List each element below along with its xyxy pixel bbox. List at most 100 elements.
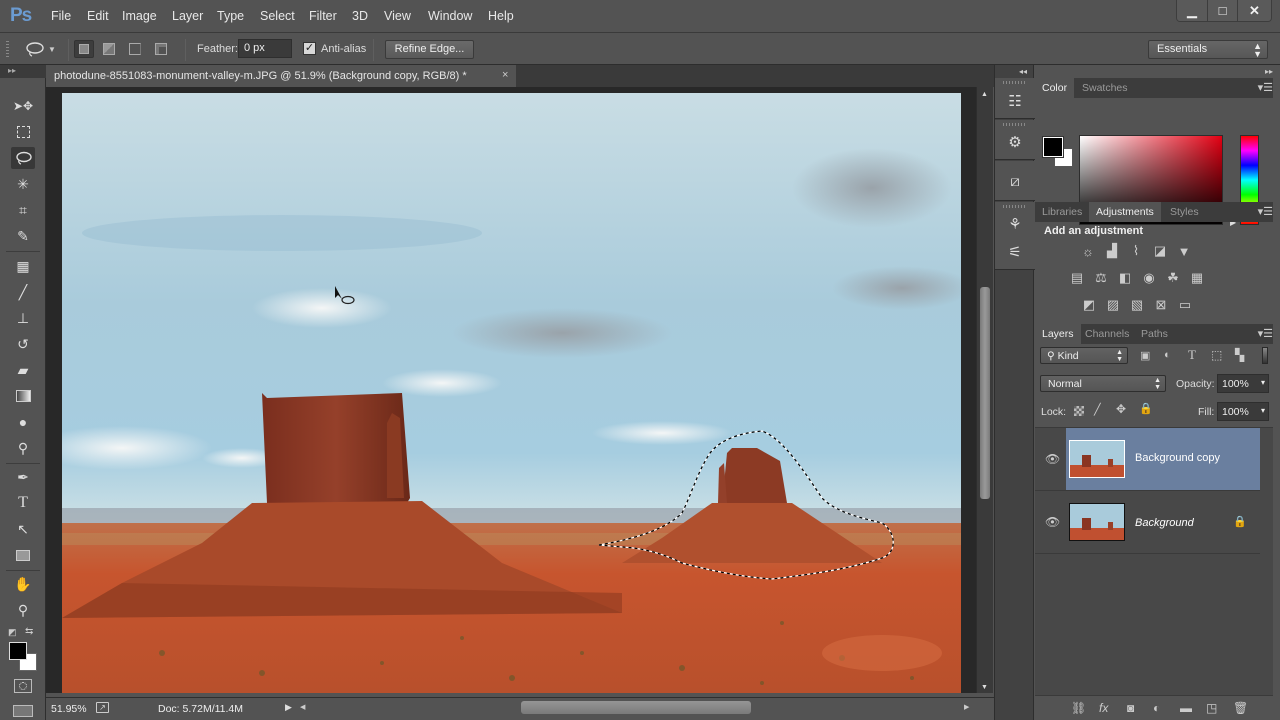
type-tool[interactable]: T: [11, 492, 35, 514]
visibility-eye-icon[interactable]: 👁: [1045, 515, 1060, 529]
new-group-icon[interactable]: ▬: [1180, 701, 1192, 715]
color-lookup-icon[interactable]: ▦: [1188, 270, 1206, 286]
scroll-up-icon[interactable]: ▲: [981, 91, 988, 98]
brush-panel-button[interactable]: ⚟: [997, 234, 1033, 270]
gradient-map-icon[interactable]: ▭: [1176, 297, 1194, 313]
menu-file[interactable]: File: [51, 9, 71, 23]
fx-icon[interactable]: fx: [1099, 701, 1108, 715]
lock-position-icon[interactable]: ✥: [1116, 402, 1126, 416]
menu-window[interactable]: Window: [428, 9, 472, 23]
tab-layers[interactable]: Layers: [1035, 324, 1081, 344]
menu-edit[interactable]: Edit: [87, 9, 109, 23]
options-grip[interactable]: [6, 41, 9, 57]
3d-panel-button[interactable]: ⧄: [997, 163, 1033, 199]
crop-tool[interactable]: ⌗: [11, 199, 35, 221]
minimize-button[interactable]: ▁: [1177, 0, 1207, 21]
maximize-button[interactable]: □: [1207, 0, 1237, 21]
exposure-icon[interactable]: ◪: [1151, 243, 1169, 259]
filter-pixel-icon[interactable]: ▣: [1140, 349, 1150, 362]
lock-transparent-pixels-icon[interactable]: [1074, 406, 1084, 416]
add-to-selection-button[interactable]: [100, 40, 120, 58]
history-panel-button[interactable]: ☷: [997, 83, 1033, 119]
hue-saturation-icon[interactable]: ▤: [1068, 270, 1086, 286]
screen-mode-button[interactable]: [13, 705, 33, 717]
clone-stamp-tool[interactable]: ⊥: [11, 307, 35, 329]
hand-tool[interactable]: ✋: [11, 573, 35, 595]
tab-adjustments[interactable]: Adjustments: [1089, 202, 1161, 222]
blend-mode-select[interactable]: Normal ▲ ▼: [1040, 375, 1166, 392]
move-tool[interactable]: ➤✥: [11, 95, 35, 117]
menu-view[interactable]: View: [384, 9, 411, 23]
chevron-down-icon[interactable]: ▾: [1261, 406, 1265, 415]
fill-input[interactable]: 100% ▾: [1217, 402, 1269, 421]
scroll-down-icon[interactable]: ▼: [981, 684, 988, 691]
filter-shape-icon[interactable]: ⬚: [1211, 348, 1222, 362]
spot-healing-tool[interactable]: ▦: [11, 255, 35, 277]
antialias-checkbox[interactable]: ✓: [303, 42, 316, 55]
intersect-selection-button[interactable]: [152, 40, 172, 58]
threshold-icon[interactable]: ▧: [1128, 297, 1146, 313]
feather-input[interactable]: 0 px: [238, 39, 292, 58]
menu-filter[interactable]: Filter: [309, 9, 337, 23]
blur-tool[interactable]: ●: [11, 411, 35, 433]
lasso-tool[interactable]: [11, 147, 35, 169]
zoom-level[interactable]: 51.95%: [51, 703, 87, 715]
scroll-right-icon[interactable]: ▶: [964, 703, 969, 711]
foreground-color-swatch[interactable]: [1042, 136, 1064, 158]
lock-image-pixels-icon[interactable]: ╱: [1094, 403, 1101, 416]
marquee-tool[interactable]: [11, 121, 35, 143]
black-white-icon[interactable]: ◧: [1116, 270, 1134, 286]
default-colors-icon[interactable]: ◩: [8, 627, 17, 638]
gradient-tool[interactable]: [11, 385, 35, 407]
vertical-scrollbar[interactable]: ▲ ▼: [976, 87, 993, 693]
add-mask-icon[interactable]: ◙: [1127, 701, 1134, 715]
foreground-color-swatch[interactable]: [9, 642, 27, 660]
workspace-select[interactable]: Essentials ▲ ▼: [1148, 40, 1268, 59]
tool-preset-picker[interactable]: ▼: [24, 39, 60, 59]
layer-filter-select[interactable]: ⚲ Kind ▲ ▼: [1040, 347, 1128, 364]
pen-tool[interactable]: ✒: [11, 466, 35, 488]
subtract-from-selection-button[interactable]: [126, 40, 146, 58]
new-layer-icon[interactable]: ◳: [1206, 701, 1217, 715]
curves-icon[interactable]: ⌇: [1127, 243, 1145, 259]
filter-smart-object-icon[interactable]: ▚: [1235, 348, 1244, 362]
delete-layer-icon[interactable]: 🗑: [1233, 701, 1248, 715]
document-canvas[interactable]: [62, 93, 961, 693]
scroll-left-icon[interactable]: ◀: [300, 703, 305, 711]
tab-libraries[interactable]: Libraries: [1035, 202, 1089, 222]
zoom-tool[interactable]: ⚲: [11, 599, 35, 621]
selective-color-icon[interactable]: ⊠: [1152, 297, 1170, 313]
document-tab[interactable]: photodune-8551083-monument-valley-m.JPG …: [46, 65, 516, 87]
brightness-contrast-icon[interactable]: ☼: [1079, 243, 1097, 259]
visibility-eye-icon[interactable]: 👁: [1045, 452, 1060, 466]
dodge-tool[interactable]: ⚲: [11, 437, 35, 459]
brush-tool[interactable]: ╱: [11, 281, 35, 303]
refine-edge-button[interactable]: Refine Edge...: [385, 40, 474, 59]
panel-menu-icon[interactable]: ▾☰: [1258, 327, 1273, 340]
eraser-tool[interactable]: ▰: [11, 359, 35, 381]
posterize-icon[interactable]: ▨: [1104, 297, 1122, 313]
tab-swatches[interactable]: Swatches: [1075, 78, 1135, 98]
eyedropper-tool[interactable]: ✎: [11, 225, 35, 247]
menu-select[interactable]: Select: [260, 9, 295, 23]
tab-paths[interactable]: Paths: [1134, 324, 1175, 344]
tools-panel-header[interactable]: ▸▸: [0, 65, 46, 78]
quick-mask-button[interactable]: [14, 679, 32, 693]
channel-mixer-icon[interactable]: ☘: [1164, 270, 1182, 286]
tab-color[interactable]: Color: [1035, 78, 1075, 98]
status-menu-arrow-icon[interactable]: ▶: [285, 702, 292, 713]
filter-adjustment-icon[interactable]: ◐: [1164, 349, 1171, 361]
menu-type[interactable]: Type: [217, 9, 244, 23]
horizontal-scroll-thumb[interactable]: [521, 701, 751, 714]
chevron-down-icon[interactable]: ▾: [1261, 378, 1265, 387]
vertical-scroll-thumb[interactable]: [980, 287, 990, 499]
panel-menu-icon[interactable]: ▾☰: [1258, 81, 1273, 94]
share-icon[interactable]: ↗: [96, 702, 109, 713]
filter-type-icon[interactable]: T: [1188, 347, 1196, 363]
color-balance-icon[interactable]: ⚖: [1092, 270, 1110, 286]
expand-panels-icon[interactable]: ▸▸: [1265, 67, 1273, 76]
magic-wand-tool[interactable]: ✳: [11, 173, 35, 195]
menu-image[interactable]: Image: [122, 9, 157, 23]
history-brush-tool[interactable]: ↺: [11, 333, 35, 355]
invert-icon[interactable]: ◩: [1080, 297, 1098, 313]
